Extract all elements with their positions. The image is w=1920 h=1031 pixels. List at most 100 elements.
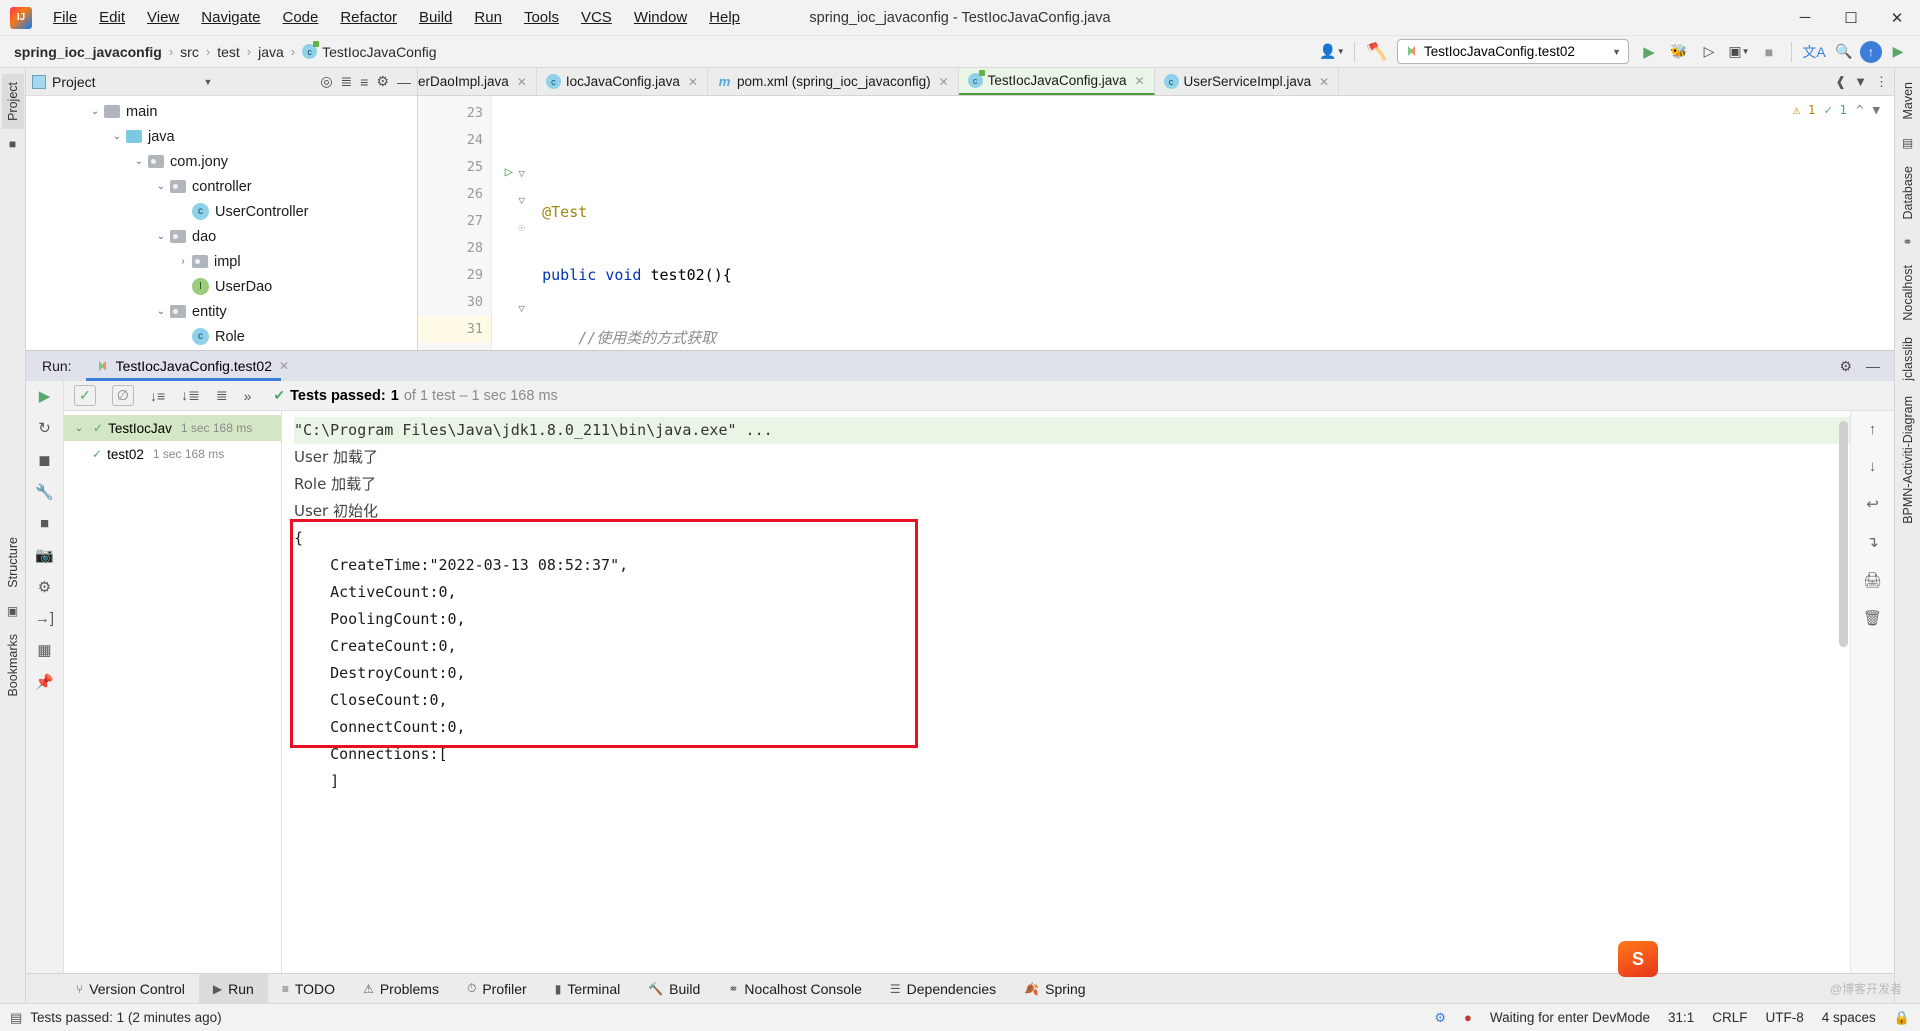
rerun-icon[interactable]: ▶ xyxy=(39,387,51,405)
sort-alpha-icon[interactable]: ↓≡ xyxy=(150,388,165,404)
breadcrumb-test[interactable]: test xyxy=(217,44,240,60)
menu-window[interactable]: Window xyxy=(623,4,698,31)
breadcrumb-java[interactable]: java xyxy=(258,44,284,60)
toolwindow-problems[interactable]: ⚠ Problems xyxy=(349,974,453,1004)
run-coverage-button[interactable]: ▷ xyxy=(1695,39,1723,65)
sidebar-tab-bookmarks[interactable]: Bookmarks xyxy=(2,626,24,705)
close-icon[interactable]: ✕ xyxy=(1134,74,1144,88)
close-icon[interactable]: ✕ xyxy=(517,75,527,89)
chevron-down-icon[interactable]: ⌄ xyxy=(108,131,126,142)
menu-edit[interactable]: Edit xyxy=(88,4,136,31)
trash-icon[interactable]: 🗑 xyxy=(1863,609,1882,627)
toolwindow-dependencies[interactable]: ☰ Dependencies xyxy=(876,974,1010,1004)
code-editor[interactable]: 23 24 25 ▷ ▽ 26 ▽ 27 ☉ 28 29 30 ▽ 31 @Te… xyxy=(418,96,1894,350)
toolwindow-run[interactable]: ▶ Run xyxy=(198,973,268,1004)
maximize-button[interactable]: ☐ xyxy=(1828,0,1874,36)
toolwindow-spring[interactable]: 🍂 Spring xyxy=(1010,974,1099,1004)
lock-icon[interactable]: 🔒 xyxy=(1894,1010,1910,1026)
menu-vcs[interactable]: VCS xyxy=(570,4,623,31)
close-icon[interactable]: ✕ xyxy=(688,75,698,89)
run-session-tab[interactable]: TestIocJavaConfig.test02 ✕ xyxy=(85,351,299,381)
tree-item-impl[interactable]: › impl xyxy=(26,249,417,274)
tree-item-usercontroller[interactable]: c UserController xyxy=(26,199,417,224)
breadcrumb-project[interactable]: spring_ioc_javaconfig xyxy=(14,44,162,60)
grid-icon[interactable]: ▦ xyxy=(37,641,51,659)
chevron-down-icon[interactable]: ⌄ xyxy=(152,181,170,192)
play-green-icon[interactable]: ▶ xyxy=(1884,39,1912,65)
tree-item-userdao[interactable]: I UserDao xyxy=(26,274,417,299)
sidebar-tab-jclasslib[interactable]: jclasslib xyxy=(1897,329,1919,389)
profile-button[interactable]: ▣ ▼ xyxy=(1725,39,1753,65)
check-badge[interactable]: ✓ 1 xyxy=(1824,102,1847,117)
export-icon[interactable]: →] xyxy=(35,610,54,627)
sidebar-tab-bpmn[interactable]: BPMN-Activiti-Diagram xyxy=(1897,388,1919,532)
chevron-down-icon[interactable]: ⌄ xyxy=(86,106,104,117)
file-encoding[interactable]: UTF-8 xyxy=(1766,1010,1804,1025)
test-tree-row-method[interactable]: ✓ test02 1 sec 168 ms xyxy=(64,441,281,467)
build-icon[interactable]: 🪓 xyxy=(1363,39,1391,65)
bookmarks-dot-icon[interactable]: ▣ xyxy=(7,604,18,618)
suspend-icon[interactable]: ■ xyxy=(40,515,49,532)
editor-tab-pom[interactable]: m pom.xml (spring_ioc_javaconfig) ✕ xyxy=(708,68,959,95)
scroll-up-icon[interactable]: ↑ xyxy=(1869,421,1877,438)
wrench-icon[interactable]: 🔧 xyxy=(35,483,54,501)
user-icon[interactable]: 👤 ▼ xyxy=(1318,39,1346,65)
show-ignored-icon[interactable]: ∅ xyxy=(111,385,134,406)
project-tree[interactable]: ⌄ main ⌄ java ⌄ com.jony ⌄ controller c … xyxy=(26,96,417,350)
run-configuration-selector[interactable]: TestIocJavaConfig.test02 ▼ xyxy=(1397,39,1629,64)
breadcrumb-class[interactable]: c TestIocJavaConfig xyxy=(302,41,437,60)
chevron-right-icon[interactable]: › xyxy=(174,256,192,267)
toolwindow-terminal[interactable]: ▮ Terminal xyxy=(541,974,635,1004)
close-button[interactable]: ✕ xyxy=(1874,0,1920,36)
console-output[interactable]: "C:\Program Files\Java\jdk1.8.0_211\bin\… xyxy=(282,411,1850,973)
menu-view[interactable]: View xyxy=(136,4,190,31)
camera-icon[interactable]: 📷 xyxy=(35,546,54,564)
test-tree-row-class[interactable]: ⌄ ✓ TestIocJav 1 sec 168 ms xyxy=(64,415,281,441)
toolwindow-build[interactable]: 🔨 Build xyxy=(634,974,714,1004)
menu-file[interactable]: File xyxy=(42,4,88,31)
more-icon[interactable]: » xyxy=(244,388,252,404)
stop-icon[interactable]: ◼ xyxy=(38,451,50,469)
code-content[interactable]: @Test public void test02(){ //使用类的方式获取 /… xyxy=(492,96,1894,350)
editor-tab-testiocjavaconfig[interactable]: c TestIocJavaConfig.java ✕ xyxy=(958,68,1155,95)
print-icon[interactable]: 🖨 xyxy=(1863,571,1882,589)
chevron-down-icon[interactable]: ▼ xyxy=(203,77,212,87)
sidebar-tab-nocalhost[interactable]: Nocalhost xyxy=(1897,257,1919,329)
close-icon[interactable]: ✕ xyxy=(1319,75,1329,89)
caret-position[interactable]: 31:1 xyxy=(1668,1010,1694,1025)
soft-wrap-icon[interactable]: ↩ xyxy=(1866,495,1879,513)
editor-gutter[interactable]: 23 24 25 ▷ ▽ 26 ▽ 27 ☉ 28 29 30 ▽ 31 xyxy=(418,96,525,350)
expand-all-icon[interactable]: ≣ xyxy=(341,73,353,90)
project-files-icon[interactable]: ■ xyxy=(9,137,16,151)
tree-item-entity[interactable]: ⌄ entity xyxy=(26,299,417,324)
toolwindow-profiler[interactable]: ⏱ Profiler xyxy=(453,974,541,1004)
toolwindow-version-control[interactable]: ⑂ Version Control xyxy=(62,974,199,1004)
test-results-tree[interactable]: ⌄ ✓ TestIocJav 1 sec 168 ms ✓ test02 1 s… xyxy=(64,411,282,973)
pin-icon[interactable]: 📌 xyxy=(35,673,54,691)
filter-icon[interactable]: ⚙ xyxy=(38,578,51,596)
toolwindow-nocalhost-console[interactable]: ⚭ Nocalhost Console xyxy=(714,974,876,1004)
expand-all-icon[interactable]: ≣ xyxy=(216,387,228,404)
tree-item-main[interactable]: ⌄ main xyxy=(26,99,417,124)
gear-icon[interactable]: ⚙ xyxy=(376,73,389,90)
target-icon[interactable]: ◎ xyxy=(320,73,332,90)
scroll-down-icon[interactable]: ↓ xyxy=(1869,458,1877,475)
close-icon[interactable]: ✕ xyxy=(279,359,289,373)
sidebar-tab-structure[interactable]: Structure xyxy=(2,529,24,596)
menu-code[interactable]: Code xyxy=(271,4,329,31)
sidebar-tab-database[interactable]: Database xyxy=(1897,158,1919,228)
menu-help[interactable]: Help xyxy=(698,4,751,31)
debug-button[interactable]: 🐝 xyxy=(1665,39,1693,65)
menu-tools[interactable]: Tools xyxy=(513,4,570,31)
warning-badge[interactable]: ⚠ 1 xyxy=(1793,102,1816,117)
menu-refactor[interactable]: Refactor xyxy=(329,4,408,31)
stop-button[interactable]: ■ xyxy=(1755,39,1783,65)
menu-navigate[interactable]: Navigate xyxy=(190,4,271,31)
console-scrollbar[interactable] xyxy=(1839,421,1848,647)
sort-duration-icon[interactable]: ↓≣ xyxy=(181,387,200,404)
minimize-button[interactable]: ─ xyxy=(1782,0,1828,36)
chevron-up-icon[interactable]: ^ xyxy=(1856,102,1864,117)
chevron-down-icon[interactable]: ⌄ xyxy=(152,306,170,317)
tree-item-role[interactable]: c Role xyxy=(26,324,417,349)
search-icon[interactable]: 🔍 xyxy=(1830,39,1858,65)
